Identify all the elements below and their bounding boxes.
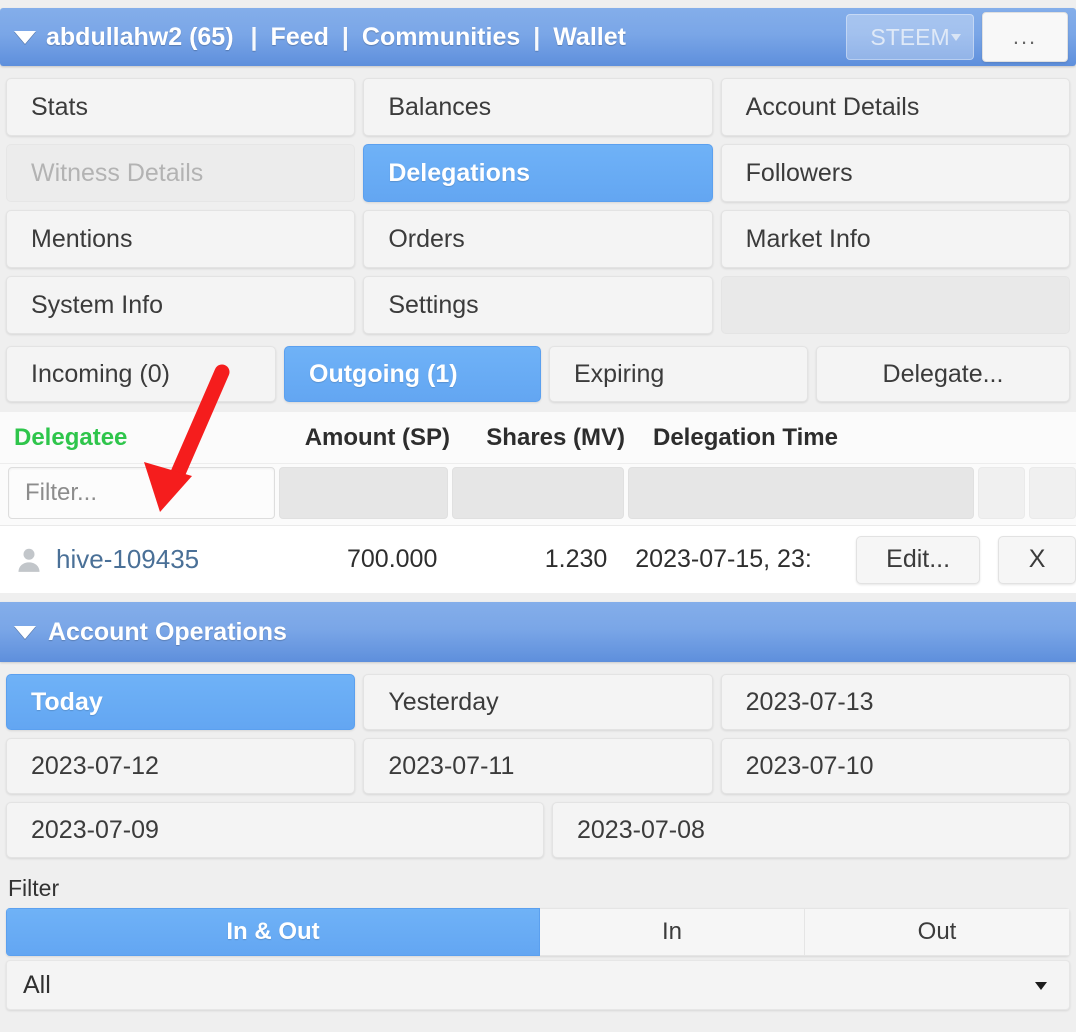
- cell-shares-mv: 1.230: [544, 545, 608, 573]
- date-grid-row: 2023-07-12 2023-07-11 2023-07-10: [6, 738, 1070, 794]
- nav-separator-3: |: [533, 22, 541, 51]
- tab-incoming[interactable]: Incoming (0): [6, 346, 276, 402]
- nav-button-market-info[interactable]: Market Info: [720, 210, 1070, 268]
- column-header-delegatee[interactable]: Delegatee: [0, 424, 278, 452]
- nav-button-account-details[interactable]: Account Details: [720, 78, 1070, 136]
- edit-delegation-button[interactable]: Edit...: [855, 535, 981, 584]
- account-operations-header[interactable]: Account Operations: [0, 602, 1076, 662]
- nav-button-followers[interactable]: Followers: [720, 144, 1070, 202]
- date-button-yesterday[interactable]: Yesterday: [363, 674, 713, 730]
- date-button-2023-07-13[interactable]: 2023-07-13: [720, 674, 1070, 730]
- nav-link-wallet[interactable]: Wallet: [553, 23, 626, 52]
- delegation-tab-bar: Incoming (0) Outgoing (1) Expiring Deleg…: [6, 346, 1070, 410]
- column-header-amount[interactable]: Amount (SP): [278, 424, 450, 452]
- section-navigation-grid: Stats Balances Account Details Witness D…: [6, 78, 1070, 342]
- nav-link-feed[interactable]: Feed: [271, 23, 329, 52]
- remove-delegation-button[interactable]: X: [998, 535, 1076, 584]
- shares-filter-cell: [451, 467, 624, 519]
- caret-down-icon[interactable]: [14, 625, 36, 639]
- date-button-2023-07-10[interactable]: 2023-07-10: [720, 738, 1070, 794]
- nav-button-mentions[interactable]: Mentions: [6, 210, 356, 268]
- delegatee-link[interactable]: hive-109435: [56, 544, 199, 575]
- date-button-2023-07-12[interactable]: 2023-07-12: [6, 738, 356, 794]
- amount-filter-cell: [278, 467, 448, 519]
- nav-button-delegations[interactable]: Delegations: [363, 144, 713, 202]
- nav-grid-row: Mentions Orders Market Info: [6, 210, 1070, 268]
- delegations-table: Delegatee Amount (SP) Shares (MV) Delega…: [0, 412, 1076, 594]
- segment-in-and-out[interactable]: In & Out: [6, 908, 540, 956]
- column-header-shares[interactable]: Shares (MV): [450, 424, 625, 452]
- nav-button-stats[interactable]: Stats: [6, 78, 356, 136]
- nav-button-settings[interactable]: Settings: [363, 276, 713, 334]
- table-filter-row: Filter...: [0, 464, 1076, 526]
- chevron-down-icon: [951, 34, 961, 41]
- remove-filter-cell: [1029, 467, 1076, 519]
- nav-separator-2: |: [341, 22, 349, 51]
- segment-in[interactable]: In: [540, 908, 805, 956]
- nav-grid-row: System Info Settings: [6, 276, 1070, 334]
- table-header-row: Delegatee Amount (SP) Shares (MV) Delega…: [0, 412, 1076, 464]
- currency-select[interactable]: STEEM: [846, 14, 974, 60]
- column-header-delegation-time[interactable]: Delegation Time: [625, 424, 975, 452]
- nav-grid-filler: [720, 276, 1070, 334]
- steem-wallet-app: abdullahw2 (65) | Feed | Communities | W…: [0, 0, 1076, 1032]
- tab-expiring[interactable]: Expiring: [549, 346, 808, 402]
- date-button-2023-07-11[interactable]: 2023-07-11: [363, 738, 713, 794]
- delegation-tab-row: Incoming (0) Outgoing (1) Expiring Deleg…: [6, 346, 1070, 402]
- cell-delegatee: hive-109435: [0, 544, 270, 575]
- date-grid-row: Today Yesterday 2023-07-13: [6, 674, 1070, 730]
- currency-select-value: STEEM: [870, 23, 950, 50]
- more-options-button[interactable]: ...: [982, 12, 1068, 62]
- nav-button-system-info[interactable]: System Info: [6, 276, 356, 334]
- filter-section-label: Filter: [8, 875, 60, 901]
- date-button-2023-07-09[interactable]: 2023-07-09: [6, 802, 544, 858]
- cell-amount-sp: 700.000: [346, 545, 438, 573]
- account-operations-title: Account Operations: [48, 617, 287, 646]
- nav-button-orders[interactable]: Orders: [363, 210, 713, 268]
- operation-type-select[interactable]: All: [6, 960, 1070, 1010]
- nav-grid-row: Witness Details Delegations Followers: [6, 144, 1070, 202]
- user-icon: [18, 548, 40, 572]
- tab-outgoing[interactable]: Outgoing (1): [284, 346, 541, 402]
- account-name-label[interactable]: abdullahw2 (65): [46, 23, 234, 52]
- delegate-button[interactable]: Delegate...: [816, 346, 1070, 402]
- table-row[interactable]: hive-109435 700.000 1.230 2023-07-15, 23…: [0, 526, 1076, 594]
- operation-type-select-value: All: [23, 970, 51, 999]
- nav-button-witness-details: Witness Details: [6, 144, 356, 202]
- delegatee-filter-input[interactable]: Filter...: [8, 467, 275, 519]
- date-grid-row: 2023-07-09 2023-07-08: [6, 802, 1070, 858]
- caret-down-icon: [1035, 982, 1047, 990]
- edit-filter-cell: [977, 467, 1026, 519]
- operation-date-grid: Today Yesterday 2023-07-13 2023-07-12 20…: [6, 674, 1070, 866]
- top-navigation-bar: abdullahw2 (65) | Feed | Communities | W…: [0, 8, 1076, 66]
- segment-out[interactable]: Out: [805, 908, 1070, 956]
- time-filter-cell: [627, 467, 974, 519]
- primary-nav-links: abdullahw2 (65) | Feed | Communities | W…: [46, 23, 626, 52]
- date-button-today[interactable]: Today: [6, 674, 356, 730]
- header-right-controls: STEEM ...: [846, 8, 1076, 66]
- direction-filter-segments: In & Out In Out: [6, 908, 1070, 956]
- nav-button-balances[interactable]: Balances: [363, 78, 713, 136]
- caret-down-icon[interactable]: [14, 30, 36, 44]
- date-button-2023-07-08[interactable]: 2023-07-08: [552, 802, 1070, 858]
- nav-link-communities[interactable]: Communities: [362, 23, 520, 52]
- nav-grid-row: Stats Balances Account Details: [6, 78, 1070, 136]
- nav-separator-1: |: [250, 22, 258, 51]
